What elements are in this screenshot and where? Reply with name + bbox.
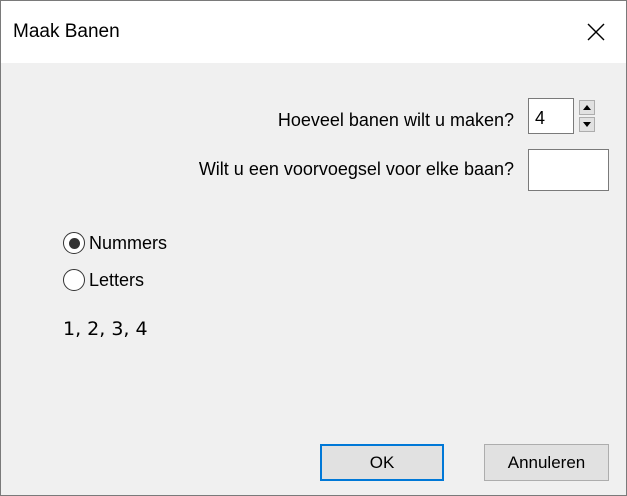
radio-button[interactable] [63, 269, 85, 291]
close-icon [587, 23, 605, 41]
radio-numbers[interactable]: Nummers [63, 232, 167, 254]
spin-down-icon [583, 122, 591, 127]
title-bar: Maak Banen [1, 1, 626, 63]
spin-up-button[interactable] [579, 100, 595, 115]
lane-preview-text: 1, 2, 3, 4 [63, 318, 148, 340]
dialog-title: Maak Banen [13, 21, 120, 42]
prefix-label: Wilt u een voorvoegsel voor elke baan? [198, 159, 514, 179]
lane-count-input[interactable]: 4 [528, 98, 574, 134]
radio-dot [68, 237, 80, 249]
radio-letters-label: Letters [89, 269, 145, 290]
radio-button-selected[interactable] [63, 232, 85, 254]
spin-up-icon [583, 105, 591, 110]
radio-letters[interactable]: Letters [63, 269, 144, 291]
ok-button[interactable]: OK [320, 444, 444, 481]
spin-down-button[interactable] [579, 117, 595, 132]
radio-numbers-label: Nummers [89, 232, 168, 253]
lane-count-spinner [579, 100, 595, 132]
cancel-button[interactable]: Annuleren [484, 444, 609, 481]
close-button[interactable] [566, 1, 626, 63]
make-lanes-dialog: Maak Banen Hoeveel banen wilt u maken? 4… [0, 0, 627, 496]
lane-count-label: Hoeveel banen wilt u maken? [277, 110, 514, 130]
prefix-input[interactable] [528, 149, 609, 191]
